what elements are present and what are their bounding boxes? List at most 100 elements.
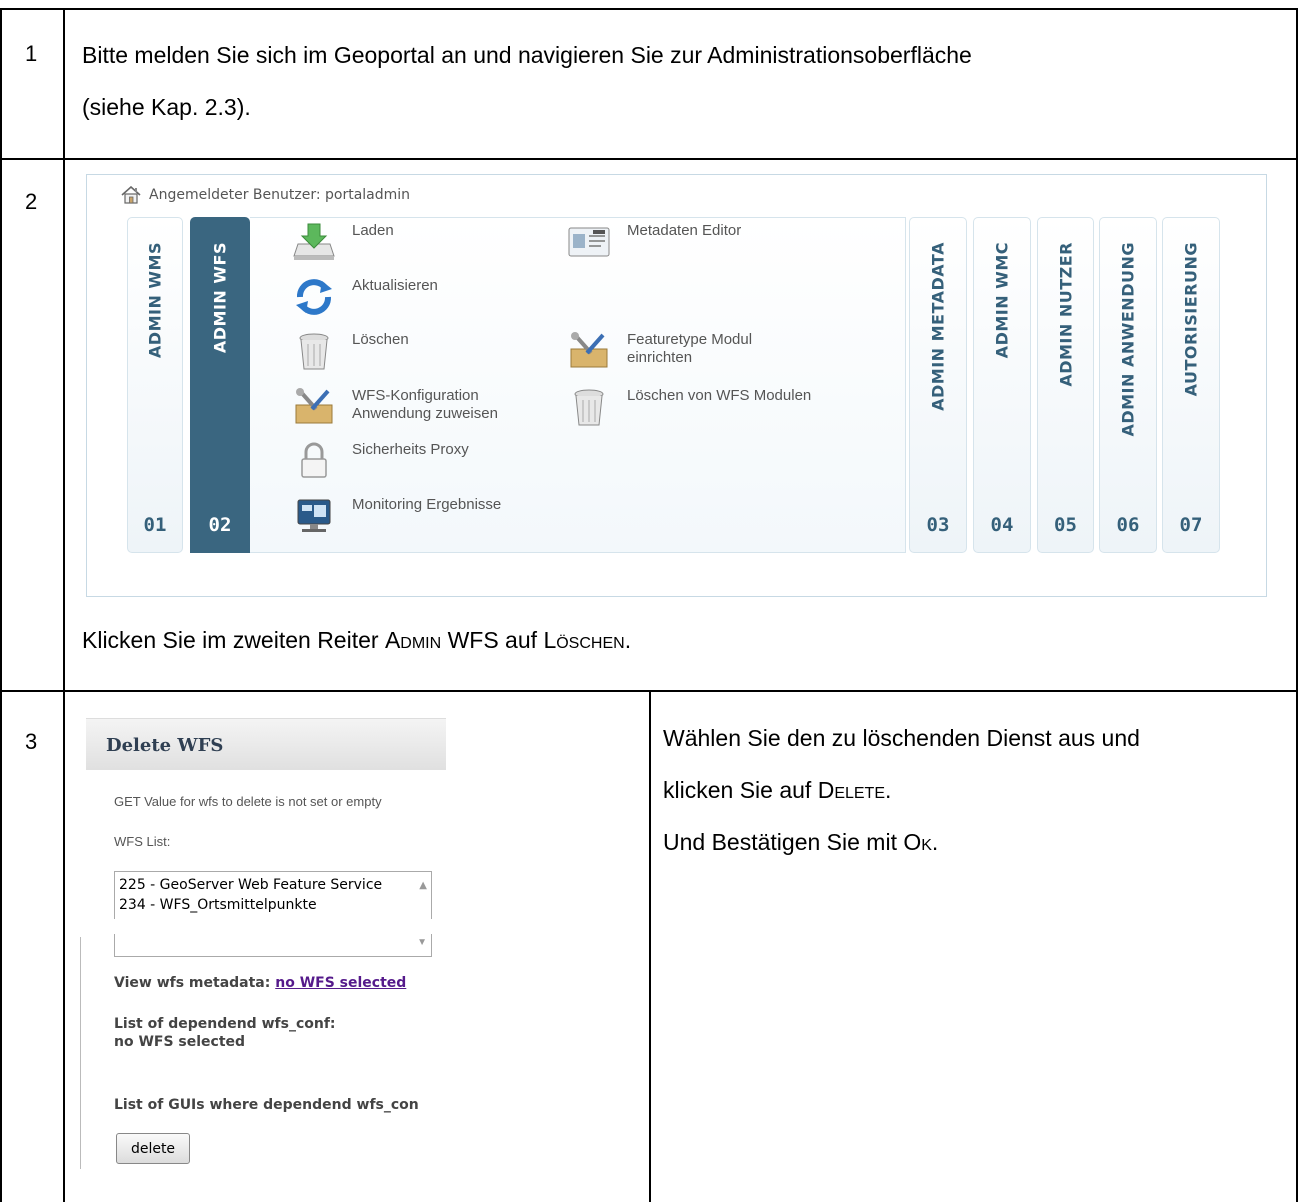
wfs-list-item[interactable]: 234 - WFS_Ortsmittelpunkte — [119, 895, 427, 915]
tools-icon — [570, 332, 608, 368]
tab-number: 03 — [926, 514, 950, 536]
tab-admin-metadata[interactable]: ADMIN METADATA 03 — [909, 217, 967, 553]
tab-number: 01 — [143, 514, 167, 536]
tab-label: AUTORISIERUNG — [1181, 242, 1201, 397]
menu-label: Monitoring Ergebnisse — [352, 496, 502, 513]
menu-label-line2: einrichten — [627, 349, 693, 366]
delete-notice: GET Value for wfs to delete is not set o… — [114, 794, 382, 809]
view-metadata-label: View wfs metadata: — [114, 975, 276, 991]
delete-button[interactable]: delete — [116, 1133, 190, 1164]
step3-line2-suffix: . — [885, 777, 892, 803]
wfs-list[interactable]: 225 - GeoServer Web Feature Service 234 … — [114, 871, 432, 919]
tab-admin-wms[interactable]: ADMIN WMS 01 — [127, 217, 183, 553]
step3-line3-suffix: . — [931, 829, 939, 855]
step3-line2-prefix: klicken Sie auf — [663, 777, 818, 803]
step-column-divider-2 — [0, 690, 63, 692]
menu-label-line1: Featuretype Modul — [627, 331, 753, 348]
menu-label: Aktualisieren — [352, 277, 438, 294]
step-number-1: 1 — [25, 41, 38, 66]
step3-line2: klicken Sie auf Delete. — [663, 770, 1288, 810]
tab-label: ADMIN NUTZER — [1056, 242, 1075, 387]
tab-label: ADMIN WMS — [145, 242, 165, 359]
row-divider-2 — [63, 690, 1298, 692]
wfs-list-label: WFS List: — [114, 834, 171, 849]
caption-suffix: . — [624, 627, 632, 653]
menu-item-metadaten-editor[interactable]: Metadaten Editor — [567, 222, 741, 262]
menu-label: Laden — [352, 222, 394, 239]
step-number-3: 3 — [25, 729, 38, 754]
trash-icon — [299, 333, 329, 370]
view-metadata-link[interactable]: no WFS selected — [275, 975, 406, 991]
tab-number: 04 — [990, 514, 1014, 536]
step2-caption: Klicken Sie im zweiten Reiter Admin WFS … — [82, 620, 631, 660]
step-column-top — [0, 8, 63, 10]
step1-line1: Bitte melden Sie sich im Geoportal an un… — [82, 42, 972, 68]
home-icon[interactable] — [121, 186, 141, 204]
menu-label: WFS-Konfiguration Anwendung zuweisen — [352, 387, 498, 423]
menu-label-line1: WFS-Konfiguration — [352, 387, 479, 404]
tab-label: ADMIN WMC — [992, 242, 1012, 359]
table-border-left — [63, 8, 65, 1202]
menu-item-laden[interactable]: Laden — [292, 222, 394, 262]
trash-icon — [574, 389, 604, 426]
step3-line3-action: Ok — [903, 829, 932, 855]
scroll-up-icon[interactable]: ▲ — [419, 876, 427, 896]
download-icon — [293, 223, 335, 260]
menu-item-monitoring[interactable]: Monitoring Ergebnisse — [292, 496, 501, 536]
menu-label: Löschen — [352, 331, 409, 348]
tab-number: 06 — [1116, 514, 1140, 536]
tools-icon — [295, 388, 333, 424]
menu-item-featuretype-modul[interactable]: Featuretype Modul einrichten — [567, 331, 752, 371]
screenshot-edge — [80, 937, 81, 1169]
refresh-icon — [296, 279, 332, 315]
wfs-list-lower[interactable]: ▼ — [114, 934, 432, 957]
menu-item-wfs-konfiguration[interactable]: WFS-Konfiguration Anwendung zuweisen — [292, 387, 498, 427]
menu-label: Sicherheits Proxy — [352, 441, 469, 458]
tab-number: 02 — [208, 514, 232, 536]
tab-number: 07 — [1179, 514, 1203, 536]
wfs-list-item[interactable]: 225 - GeoServer Web Feature Service — [119, 875, 427, 895]
step3-line3-prefix: Und Bestätigen Sie mit — [663, 829, 904, 855]
dependend-conf-value: no WFS selected — [114, 1034, 246, 1050]
dependend-conf-label: List of dependend wfs_conf: — [114, 1016, 336, 1032]
view-metadata: View wfs metadata: no WFS selected — [114, 975, 406, 991]
menu-item-aktualisieren[interactable]: Aktualisieren — [292, 277, 438, 317]
step1-line2: (siehe Kap. 2.3). — [82, 94, 251, 120]
lock-icon — [301, 442, 327, 478]
step-column-left — [0, 8, 2, 1202]
step3-line3: Und Bestätigen Sie mit Ok. — [663, 822, 1288, 862]
tab-admin-wmc[interactable]: ADMIN WMC 04 — [973, 217, 1031, 553]
metadata-card-icon — [568, 227, 610, 257]
tab-autorisierung[interactable]: AUTORISIERUNG 07 — [1162, 217, 1220, 553]
step3-text: Wählen Sie den zu löschenden Dienst aus … — [663, 718, 1288, 862]
caption-tab-name: Admin WFS — [384, 627, 499, 653]
tab-label: ADMIN ANWENDUNG — [1118, 242, 1138, 437]
tab-number: 05 — [1054, 514, 1077, 536]
monitor-icon — [297, 499, 331, 532]
gui-list-label: List of GUIs where dependend wfs_con — [114, 1097, 419, 1113]
row3-column-divider — [649, 690, 651, 1202]
caption-prefix: Klicken Sie im zweiten Reiter — [82, 627, 385, 653]
menu-label-line2: Anwendung zuweisen — [352, 405, 498, 422]
step1-text: Bitte melden Sie sich im Geoportal an un… — [82, 35, 1282, 127]
logged-in-user-label: Angemeldeter Benutzer: portaladmin — [149, 187, 411, 203]
step3-line2-action: Delete — [817, 777, 886, 803]
tab-admin-wfs[interactable]: ADMIN WFS 02 — [190, 217, 250, 553]
tab-label: ADMIN METADATA — [928, 242, 948, 411]
row-divider-1 — [63, 158, 1298, 160]
menu-item-sicherheits-proxy[interactable]: Sicherheits Proxy — [292, 441, 469, 481]
instruction-table: 1 Bitte melden Sie sich im Geoportal an … — [0, 0, 1298, 1202]
caption-mid: auf — [498, 627, 544, 653]
delete-wfs-title: Delete WFS — [106, 735, 224, 756]
scroll-down-icon[interactable]: ▼ — [417, 937, 427, 948]
menu-label: Metadaten Editor — [627, 222, 742, 239]
tab-admin-nutzer[interactable]: ADMIN NUTZER 05 — [1037, 217, 1094, 553]
menu-item-loeschen[interactable]: Löschen — [292, 331, 409, 371]
menu-label: Löschen von WFS Modulen — [627, 387, 812, 404]
menu-label: Featuretype Modul einrichten — [627, 331, 752, 367]
step-number-2: 2 — [25, 189, 38, 214]
logged-in-user: Angemeldeter Benutzer: portaladmin — [121, 186, 410, 204]
menu-item-loeschen-module[interactable]: Löschen von WFS Modulen — [567, 387, 811, 427]
caption-action: Löschen — [543, 627, 625, 653]
tab-admin-anwendung[interactable]: ADMIN ANWENDUNG 06 — [1099, 217, 1157, 553]
